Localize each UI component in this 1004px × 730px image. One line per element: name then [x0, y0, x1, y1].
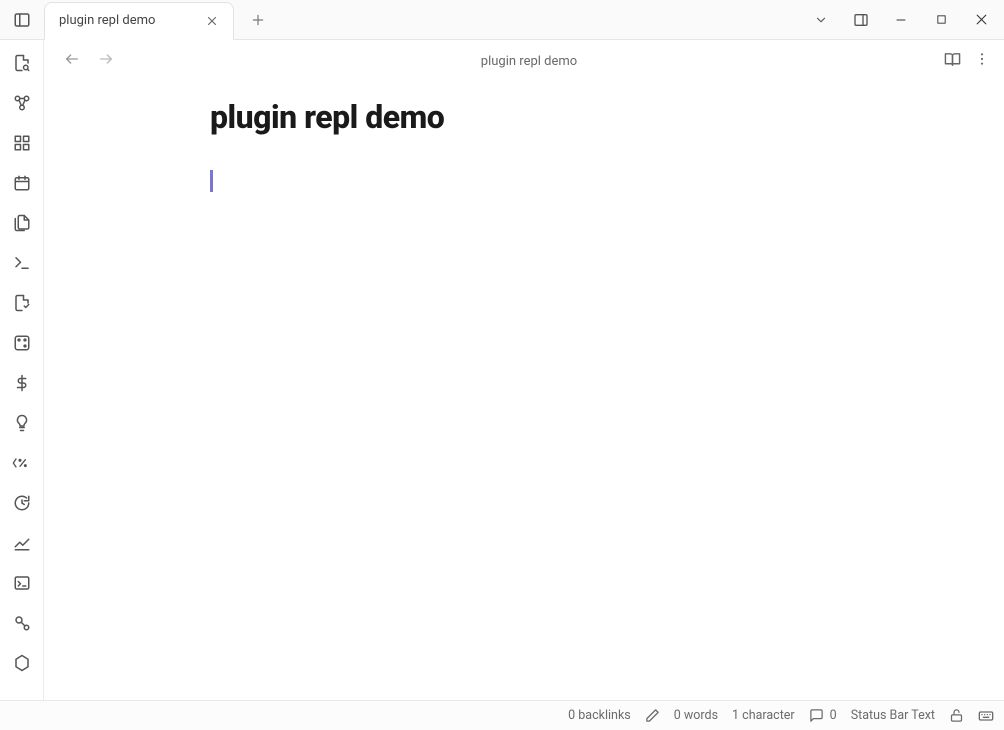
graph-icon [13, 94, 31, 112]
percent-template-icon [12, 456, 32, 470]
package-icon [13, 294, 31, 312]
hexagon-icon [13, 654, 31, 672]
main-area: plugin repl demo plugin repl demo [0, 40, 1004, 700]
files-icon [13, 214, 31, 232]
ribbon-lightbulb[interactable] [7, 408, 37, 438]
keyboard-icon [978, 708, 994, 724]
more-vertical-icon [974, 51, 990, 67]
status-words[interactable]: 0 words [674, 708, 718, 723]
editor[interactable]: plugin repl demo [44, 78, 1004, 700]
status-characters-label: 1 character [732, 708, 795, 723]
arrow-left-icon [64, 51, 80, 67]
status-comments[interactable]: 0 [809, 708, 837, 723]
terminal-icon [13, 254, 31, 272]
ribbon-terminal[interactable] [7, 568, 37, 598]
plus-icon [251, 13, 265, 27]
statusbar: 0 backlinks 0 words 1 character 0 Status… [0, 700, 1004, 730]
automation-icon [13, 614, 31, 632]
status-custom-label: Status Bar Text [851, 708, 935, 723]
ribbon-canvas[interactable] [7, 128, 37, 158]
ribbon-settings-alt[interactable] [7, 648, 37, 678]
left-ribbon [0, 40, 44, 700]
book-open-icon [944, 51, 961, 68]
status-words-label: 0 words [674, 708, 718, 723]
reading-mode-button[interactable] [938, 45, 966, 73]
ribbon-graph-view[interactable] [7, 88, 37, 118]
file-search-icon [13, 54, 31, 72]
dice-icon [13, 334, 31, 352]
ribbon-templates[interactable] [7, 208, 37, 238]
ribbon-quick-switcher[interactable] [7, 48, 37, 78]
tab-title: plugin repl demo [59, 13, 195, 28]
arrow-right-icon [98, 51, 114, 67]
content-area: plugin repl demo plugin repl demo [44, 40, 1004, 700]
right-sidebar-toggle[interactable] [844, 3, 878, 37]
close-icon [206, 15, 218, 27]
status-characters[interactable]: 1 character [732, 708, 795, 723]
lightbulb-icon [13, 414, 31, 432]
ribbon-random-note[interactable] [7, 328, 37, 358]
pencil-icon [645, 708, 660, 723]
calendar-icon [13, 174, 31, 192]
tab-dropdown-button[interactable] [804, 3, 838, 37]
more-options-button[interactable] [968, 45, 996, 73]
tab-close-button[interactable] [203, 12, 221, 30]
line-chart-icon [13, 534, 31, 552]
ribbon-automation[interactable] [7, 608, 37, 638]
new-tab-button[interactable] [244, 6, 272, 34]
chevron-down-icon [814, 13, 828, 27]
note-path[interactable]: plugin repl demo [481, 54, 577, 69]
window-close-button[interactable] [964, 3, 998, 37]
window-controls [804, 3, 1004, 37]
layout-grid-icon [13, 134, 31, 152]
tab-active[interactable]: plugin repl demo [44, 2, 234, 40]
status-custom-text[interactable]: Status Bar Text [851, 708, 935, 723]
minimize-icon [895, 14, 907, 26]
status-comments-count: 0 [830, 708, 837, 723]
status-backlinks-label: 0 backlinks [568, 708, 631, 723]
close-icon [975, 13, 988, 26]
ribbon-templater[interactable] [7, 448, 37, 478]
status-lock[interactable] [949, 708, 964, 723]
unlock-icon [949, 708, 964, 723]
status-edit-mode[interactable] [645, 708, 660, 723]
sidebar-toggle[interactable] [0, 0, 44, 39]
terminal-box-icon [13, 574, 31, 592]
nav-back-button[interactable] [58, 45, 86, 73]
ribbon-command-palette[interactable] [7, 248, 37, 278]
window-minimize-button[interactable] [884, 3, 918, 37]
ribbon-stats[interactable] [7, 528, 37, 558]
titlebar: plugin repl demo [0, 0, 1004, 40]
status-backlinks[interactable]: 0 backlinks [568, 708, 631, 723]
editor-body[interactable] [210, 170, 930, 194]
message-square-icon [809, 708, 824, 723]
text-cursor [210, 170, 213, 192]
note-title[interactable]: plugin repl demo [210, 98, 930, 136]
refresh-icon [13, 494, 31, 512]
ribbon-daily-note[interactable] [7, 168, 37, 198]
sidebar-right-icon [853, 12, 869, 28]
sidebar-left-icon [13, 11, 31, 29]
dollar-icon [13, 374, 31, 392]
ribbon-plugins[interactable] [7, 288, 37, 318]
nav-forward-button[interactable] [92, 45, 120, 73]
ribbon-currency[interactable] [7, 368, 37, 398]
note-header: plugin repl demo [44, 40, 1004, 78]
ribbon-sync[interactable] [7, 488, 37, 518]
status-keyboard[interactable] [978, 708, 994, 724]
maximize-icon [936, 14, 947, 25]
window-maximize-button[interactable] [924, 3, 958, 37]
